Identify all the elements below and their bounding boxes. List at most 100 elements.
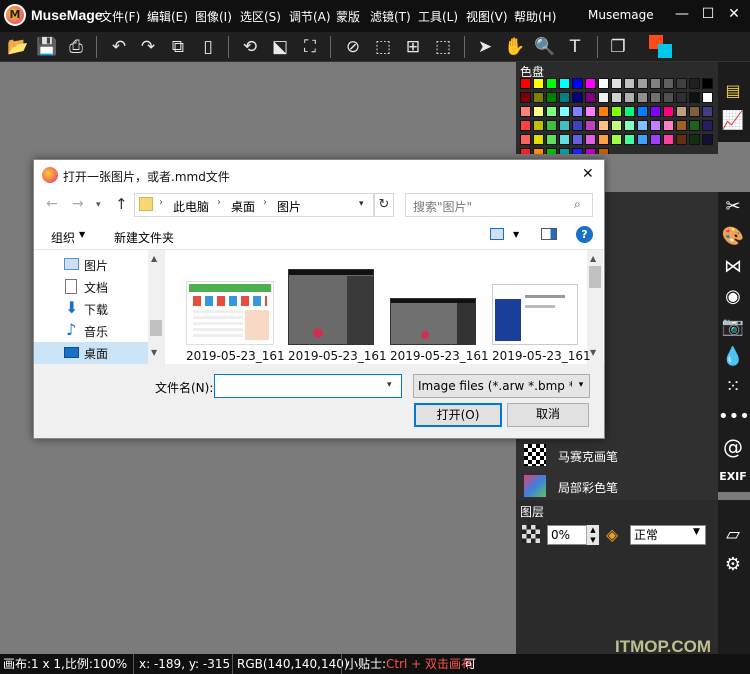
file-name-label[interactable]: 2019-05-23_161	[390, 349, 489, 363]
scroll-up-icon[interactable]: ▲	[151, 254, 157, 263]
camera-icon[interactable]: 📷	[718, 312, 748, 342]
color-swatch[interactable]	[650, 92, 661, 103]
palette-tab-icon[interactable]: ▤	[718, 76, 748, 106]
color-swatch[interactable]	[676, 120, 687, 131]
color-swatch[interactable]	[533, 78, 544, 89]
color-swatch[interactable]	[585, 92, 596, 103]
menu-file[interactable]: 文件(F)	[100, 8, 140, 25]
menu-filter[interactable]: 滤镜(T)	[370, 8, 411, 25]
files-scroll-thumb[interactable]	[589, 266, 601, 288]
opacity-stepper[interactable]: ▲ ▼	[586, 525, 599, 545]
exif-icon[interactable]: EXIF	[718, 462, 748, 492]
bow-tie-icon[interactable]: ⋈	[718, 252, 748, 282]
color-swatch[interactable]	[624, 134, 635, 145]
nav-item-music[interactable]: ♪ 音乐	[34, 320, 154, 342]
mosaic-brush-label[interactable]: 马赛克画笔	[558, 448, 618, 465]
menu-help[interactable]: 帮助(H)	[514, 8, 556, 25]
color-swatch[interactable]	[637, 134, 648, 145]
address-dropdown-icon[interactable]: ▾	[359, 199, 364, 209]
color-swatch[interactable]	[663, 78, 674, 89]
dialog-close-icon[interactable]: ✕	[582, 166, 594, 182]
color-swatch[interactable]	[520, 92, 531, 103]
color-swatch[interactable]	[585, 120, 596, 131]
color-swatch[interactable]	[637, 78, 648, 89]
color-swatch[interactable]	[676, 92, 687, 103]
file-thumbnail[interactable]	[390, 298, 476, 345]
color-swatch[interactable]	[650, 78, 661, 89]
color-wheel-icon[interactable]: ◉	[718, 282, 748, 312]
color-swatch[interactable]	[572, 78, 583, 89]
color-swatch[interactable]	[520, 120, 531, 131]
color-swatch[interactable]	[624, 78, 635, 89]
zoom-icon[interactable]: 🔍	[533, 35, 557, 59]
scroll-down-icon[interactable]: ▼	[151, 348, 157, 357]
color-swatch[interactable]	[624, 106, 635, 117]
color-swatch[interactable]	[702, 134, 713, 145]
color-swatch[interactable]	[598, 92, 609, 103]
color-swatch[interactable]	[559, 92, 570, 103]
color-swatch[interactable]	[689, 78, 700, 89]
pointer-icon[interactable]: ➤	[473, 35, 497, 59]
color-swatch[interactable]	[598, 78, 609, 89]
text-tool-icon[interactable]: T	[563, 35, 587, 59]
color-swatch[interactable]	[624, 92, 635, 103]
filename-input[interactable]: ▾	[214, 374, 402, 398]
color-swatch[interactable]	[702, 120, 713, 131]
menu-select[interactable]: 选区(S)	[240, 8, 281, 25]
at-sign-icon[interactable]: @	[718, 432, 748, 462]
paint-palette-icon[interactable]: 🎨	[718, 222, 748, 252]
organize-button[interactable]: 组织	[51, 229, 75, 246]
color-swatch[interactable]	[663, 106, 674, 117]
help-icon[interactable]: ?	[576, 226, 593, 243]
filetype-dropdown-icon[interactable]: ▾	[572, 380, 589, 394]
address-bar[interactable]: › 此电脑 › 桌面 › 图片 ▾	[134, 193, 374, 217]
menu-image[interactable]: 图像(I)	[195, 8, 232, 25]
recent-chevron-icon[interactable]: ▾	[96, 200, 101, 210]
cancel-button[interactable]: 取消	[507, 403, 589, 427]
color-swatch[interactable]	[689, 106, 700, 117]
color-swatch[interactable]	[663, 92, 674, 103]
layers-stack-icon[interactable]: ❐	[606, 35, 630, 59]
color-swatch[interactable]	[650, 106, 661, 117]
hand-icon[interactable]: ✋	[503, 35, 527, 59]
rotate-icon[interactable]: ⟲	[238, 35, 262, 59]
redo-icon[interactable]: ↷	[136, 35, 160, 59]
color-swatch[interactable]	[598, 120, 609, 131]
dots-grid-icon[interactable]: ⁙	[718, 372, 748, 402]
color-swatch[interactable]	[572, 106, 583, 117]
color-swatch[interactable]	[611, 134, 622, 145]
eraser-icon[interactable]: ▱	[718, 520, 748, 550]
deselect-icon[interactable]: ⊘	[341, 35, 365, 59]
color-swatch[interactable]	[676, 134, 687, 145]
preview-pane-icon[interactable]	[541, 228, 557, 240]
scroll-up-icon[interactable]: ▲	[590, 254, 596, 263]
nav-item-downloads[interactable]: ⬇ 下载	[34, 298, 154, 320]
color-swatch[interactable]	[572, 120, 583, 131]
color-swatch[interactable]	[585, 106, 596, 117]
color-swatch[interactable]	[520, 106, 531, 117]
color-swatch[interactable]	[585, 78, 596, 89]
new-document-icon[interactable]: ▯	[196, 35, 220, 59]
view-mode-icon[interactable]	[490, 228, 504, 240]
rgb-circles-icon[interactable]: ⚙	[718, 550, 748, 580]
color-swatch[interactable]	[611, 92, 622, 103]
color-swatch[interactable]	[663, 134, 674, 145]
color-swatch[interactable]	[533, 92, 544, 103]
color-swatch[interactable]	[702, 78, 713, 89]
color-swatch[interactable]	[546, 120, 557, 131]
color-swatch[interactable]	[585, 134, 596, 145]
file-thumbnail[interactable]	[186, 281, 274, 345]
close-icon[interactable]: ✕	[724, 4, 744, 24]
color-swatch[interactable]	[559, 78, 570, 89]
refresh-icon[interactable]: ↻	[374, 193, 394, 217]
color-swatch[interactable]	[559, 106, 570, 117]
forward-arrow-icon[interactable]: →	[72, 196, 84, 212]
more-icon[interactable]: •••	[718, 402, 750, 432]
color-swatch[interactable]	[702, 92, 713, 103]
color-swatch[interactable]	[520, 134, 531, 145]
color-swatch[interactable]	[624, 120, 635, 131]
color-swatch[interactable]	[546, 78, 557, 89]
color-swatch[interactable]	[637, 92, 648, 103]
nav-item-desktop[interactable]: 桌面	[34, 342, 148, 364]
color-swatch[interactable]	[559, 120, 570, 131]
